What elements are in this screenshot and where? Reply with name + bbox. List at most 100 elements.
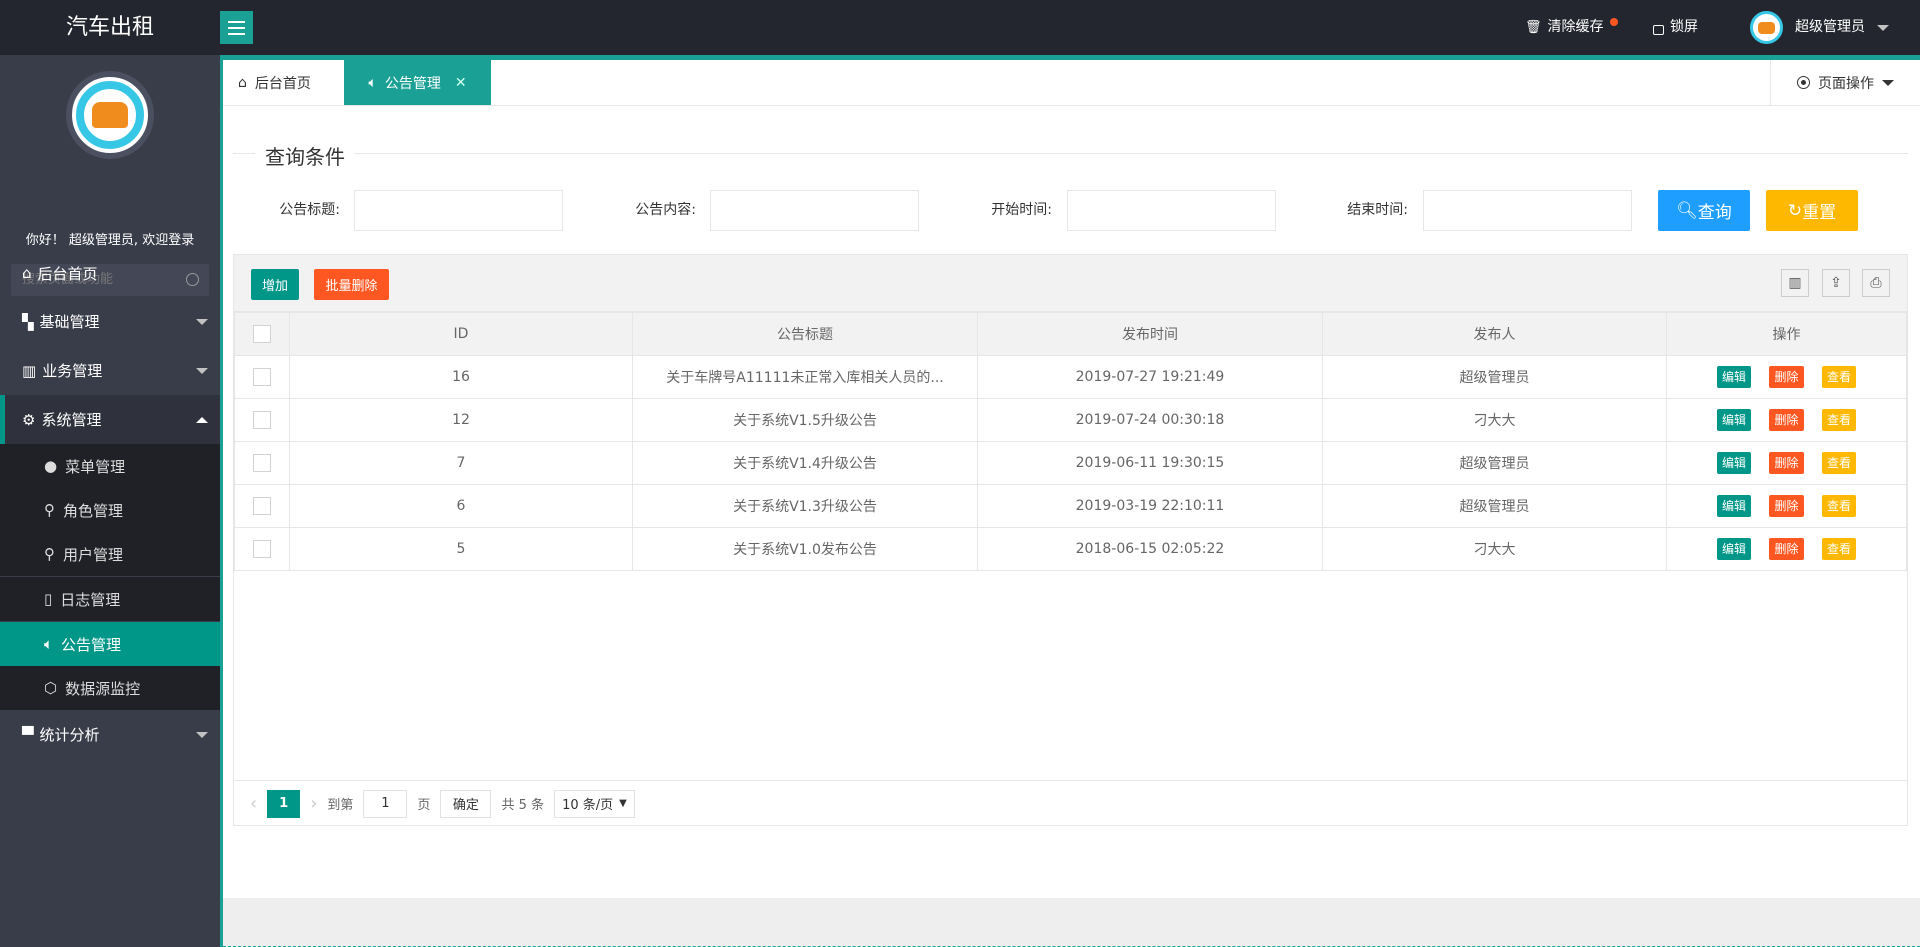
tab-home[interactable]: ⌂ 后台首页 — [238, 60, 311, 105]
table-header-row: ID 公告标题 发布时间 发布人 操作 — [234, 312, 1907, 356]
sub-label: 数据源监控 — [65, 679, 141, 698]
home-icon: ⌂ — [238, 74, 247, 91]
batch-delete-button[interactable]: 批量删除 — [314, 269, 389, 300]
view-button[interactable]: 查看 — [1821, 409, 1856, 431]
delete-button[interactable]: 删除 — [1769, 538, 1804, 560]
view-button[interactable]: 查看 — [1821, 538, 1856, 560]
sidebar-item-home[interactable]: ⌂ 后台首页 — [0, 249, 220, 297]
sidebar-sub-notice[interactable]: 🔈︎ 公告管理 — [0, 622, 220, 666]
app-logo: 汽车出租 — [65, 15, 154, 40]
sidebar-sub-log[interactable]: ▯ 日志管理 — [0, 577, 220, 621]
lock-icon — [1653, 25, 1664, 35]
cell-time: 2018-06-15 02:05:22 — [977, 527, 1323, 571]
add-button[interactable]: 增加 — [251, 269, 299, 300]
sidebar-sub-user[interactable]: ⚲ 用户管理 — [0, 532, 220, 576]
lock-screen-button[interactable]: 锁屏 — [1653, 0, 1698, 55]
column-header[interactable]: ID — [289, 312, 633, 356]
content-input[interactable] — [710, 190, 919, 231]
sub-label: 日志管理 — [60, 590, 121, 609]
cell-actions: 编辑 删除 查看 — [1666, 398, 1907, 442]
cell-id: 16 — [289, 355, 633, 399]
page-size-select[interactable]: 10 条/页 ▼ — [553, 789, 635, 818]
query-label: 查询 — [1697, 203, 1732, 223]
edit-button[interactable]: 编辑 — [1717, 366, 1752, 388]
table-row: 12 关于系统V1.5升级公告 2019-07-24 00:30:18 刁大大 … — [234, 398, 1907, 442]
row-select-cell — [234, 355, 290, 399]
confirm-page-button[interactable]: 确定 — [440, 789, 492, 818]
prev-page-icon[interactable]: ‹ — [250, 793, 257, 814]
edit-button[interactable]: 编辑 — [1717, 409, 1752, 431]
sidebar-item-business[interactable]: ▥ 业务管理 — [0, 346, 220, 395]
chevron-down-icon — [1877, 24, 1889, 31]
clear-cache-button[interactable]: 🗑 清除缓存 — [1525, 0, 1618, 55]
sidebar-item-basic[interactable]: ▚ 基础管理 — [0, 297, 220, 346]
top-header: 汽车出租 🗑 清除缓存 锁屏 超级管理员 — [0, 0, 1920, 55]
sidebar-sub-role[interactable]: ⚲ 角色管理 — [0, 488, 220, 532]
row-checkbox[interactable] — [253, 540, 271, 558]
row-select-cell — [234, 527, 290, 571]
cell-time: 2019-07-27 19:21:49 — [977, 355, 1323, 399]
menu-label: 系统管理 — [41, 411, 102, 429]
column-header[interactable]: 发布人 — [1322, 312, 1667, 356]
content-label: 公告内容: — [635, 202, 696, 218]
lock-label: 锁屏 — [1670, 19, 1698, 35]
row-checkbox[interactable] — [253, 497, 271, 515]
edit-button[interactable]: 编辑 — [1717, 538, 1752, 560]
cell-title: 关于系统V1.3升级公告 — [632, 484, 978, 528]
sidebar-sub-datasource[interactable]: ⬡ 数据源监控 — [0, 666, 220, 710]
reset-label: 重置 — [1802, 203, 1837, 223]
next-page-icon[interactable]: › — [310, 793, 317, 814]
edit-button[interactable]: 编辑 — [1717, 495, 1752, 517]
export-icon[interactable]: ⇪ — [1822, 269, 1850, 297]
edit-button[interactable]: 编辑 — [1717, 452, 1752, 474]
footer-area — [223, 898, 1920, 947]
columns-filter-icon[interactable]: ▥ — [1781, 269, 1809, 297]
sidebar-sub-menu[interactable]: ● 菜单管理 — [0, 444, 220, 488]
end-time-input[interactable] — [1423, 190, 1632, 231]
page-operations-dropdown[interactable]: 页面操作 — [1770, 60, 1920, 105]
row-checkbox[interactable] — [253, 368, 271, 386]
view-button[interactable]: 查看 — [1821, 495, 1856, 517]
view-button[interactable]: 查看 — [1821, 452, 1856, 474]
delete-button[interactable]: 删除 — [1769, 495, 1804, 517]
query-button[interactable]: 🔍︎ 查询 — [1658, 190, 1750, 231]
user-menu[interactable]: 超级管理员 — [1750, 0, 1889, 55]
start-time-label: 开始时间: — [991, 202, 1052, 218]
close-icon[interactable]: ✕ — [455, 75, 467, 91]
goto-page-input[interactable]: 1 — [363, 789, 408, 818]
row-checkbox[interactable] — [253, 454, 271, 472]
sidebar-item-system[interactable]: ⚙ 系统管理 — [0, 395, 220, 444]
refresh-icon: ↻ — [1787, 200, 1803, 221]
menu-toggle-button[interactable] — [220, 11, 253, 44]
chevron-down-icon — [196, 318, 208, 325]
tab-notice[interactable]: 🔈︎ 公告管理 ✕ — [344, 60, 491, 105]
delete-button[interactable]: 删除 — [1769, 452, 1804, 474]
reset-button[interactable]: ↻ 重置 — [1766, 190, 1858, 231]
cell-title: 关于车牌号A11111未正常入库相关人员的... — [632, 355, 978, 399]
trash-icon: 🗑 — [1525, 20, 1542, 35]
notice-table-panel: 增加 批量删除 ▥ ⇪ ⎙ ID 公告标题 发布时间 发布人 操作 16 关于车… — [233, 254, 1908, 826]
table-row: 5 关于系统V1.0发布公告 2018-06-15 02:05:22 刁大大 编… — [234, 527, 1907, 571]
menu-label: 业务管理 — [42, 362, 103, 380]
view-button[interactable]: 查看 — [1821, 366, 1856, 388]
column-header[interactable]: 发布时间 — [977, 312, 1323, 356]
print-icon[interactable]: ⎙ — [1862, 269, 1890, 297]
title-input[interactable] — [354, 190, 563, 231]
delete-button[interactable]: 删除 — [1769, 409, 1804, 431]
clear-cache-label: 清除缓存 — [1547, 19, 1604, 35]
menu-label: 后台首页 — [37, 264, 98, 283]
cell-publisher: 超级管理员 — [1322, 441, 1667, 485]
chevron-down-icon — [196, 731, 208, 738]
cell-title: 关于系统V1.4升级公告 — [632, 441, 978, 485]
search-icon: 🔍︎ — [1676, 200, 1698, 221]
column-header[interactable]: 公告标题 — [632, 312, 978, 356]
table-row: 16 关于车牌号A11111未正常入库相关人员的... 2019-07-27 1… — [234, 355, 1907, 399]
page-1-button[interactable]: 1 — [267, 789, 301, 818]
delete-button[interactable]: 删除 — [1769, 366, 1804, 388]
speaker-icon: 🔈︎ — [368, 74, 377, 91]
sidebar-item-stats[interactable]: ▀ 统计分析 — [0, 710, 220, 759]
start-time-input[interactable] — [1067, 190, 1276, 231]
row-checkbox[interactable] — [253, 411, 271, 429]
sub-label: 角色管理 — [63, 501, 124, 520]
select-all-checkbox[interactable] — [253, 325, 271, 343]
